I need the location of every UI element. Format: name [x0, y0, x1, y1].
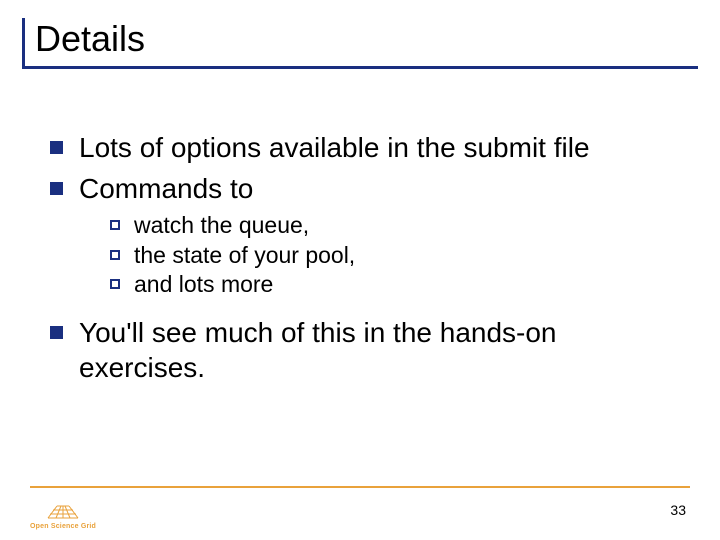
- list-item: the state of your pool,: [110, 242, 680, 270]
- logo: Open Science Grid: [30, 500, 96, 530]
- page-number: 33: [670, 502, 686, 518]
- sub-bullet-text: watch the queue,: [134, 212, 309, 240]
- sub-bullet-text: and lots more: [134, 271, 273, 299]
- hollow-square-icon: [110, 250, 120, 260]
- square-bullet-icon: [50, 141, 63, 154]
- bullet-text: You'll see much of this in the hands-on …: [79, 315, 680, 385]
- sub-bullet-text: the state of your pool,: [134, 242, 355, 270]
- grid-logo-icon: [44, 500, 82, 522]
- list-item: watch the queue,: [110, 212, 680, 240]
- slide-body: Lots of options available in the submit …: [50, 130, 680, 391]
- hollow-square-icon: [110, 220, 120, 230]
- hollow-square-icon: [110, 279, 120, 289]
- bullet-text: Commands to: [79, 171, 253, 206]
- list-item: Commands to: [50, 171, 680, 206]
- list-item: Lots of options available in the submit …: [50, 130, 680, 165]
- list-item: and lots more: [110, 271, 680, 299]
- logo-text: Open Science Grid: [30, 523, 96, 530]
- list-item: You'll see much of this in the hands-on …: [50, 315, 680, 385]
- bullet-text: Lots of options available in the submit …: [79, 130, 590, 165]
- slide-title: Details: [22, 18, 698, 69]
- footer-divider: [30, 486, 690, 488]
- sub-list: watch the queue, the state of your pool,…: [110, 212, 680, 299]
- title-block: Details: [22, 18, 698, 69]
- square-bullet-icon: [50, 182, 63, 195]
- square-bullet-icon: [50, 326, 63, 339]
